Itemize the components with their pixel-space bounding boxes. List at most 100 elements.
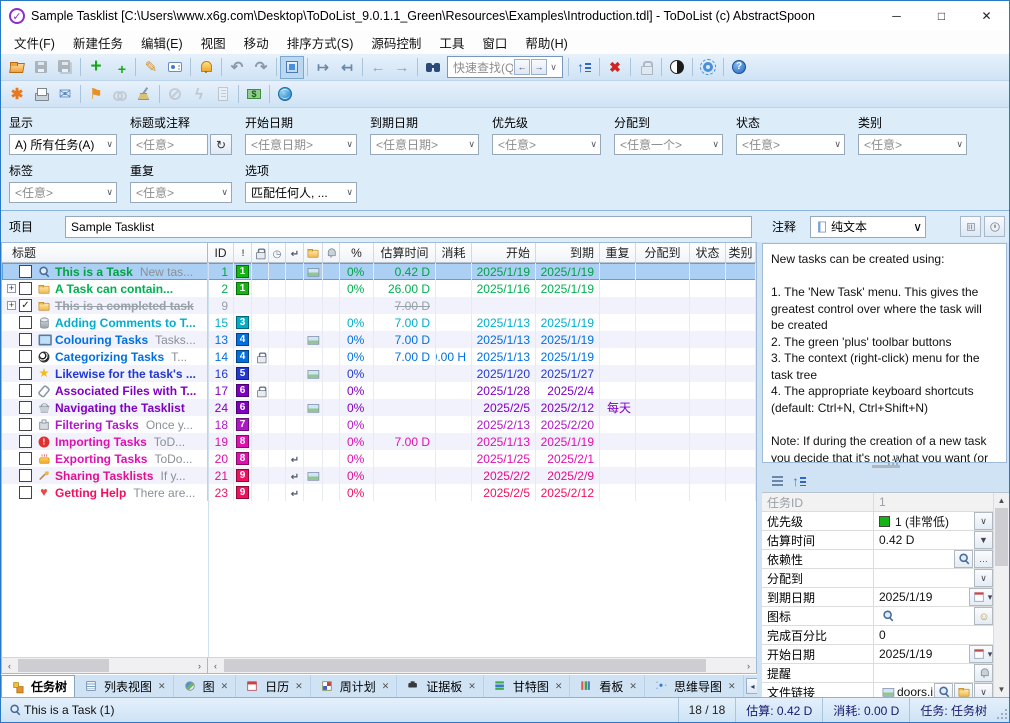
bell-button[interactable] xyxy=(974,664,993,682)
filter-combo-priority[interactable]: <任意>∨ xyxy=(492,134,601,155)
menu-item-2[interactable]: 编辑(E) xyxy=(132,30,192,55)
attribute-value-priority[interactable]: 1 (非常低) xyxy=(874,512,973,530)
web-button[interactable] xyxy=(273,83,297,106)
task-checkbox[interactable] xyxy=(19,435,32,448)
close-icon[interactable]: ✕ xyxy=(468,681,476,692)
project-input[interactable] xyxy=(65,216,752,238)
close-icon[interactable]: ✕ xyxy=(295,681,303,692)
menu-item-3[interactable]: 视图 xyxy=(192,30,235,55)
close-icon[interactable]: ✕ xyxy=(728,681,736,692)
contact-button[interactable] xyxy=(163,56,187,79)
column-header-time-estimate[interactable]: 估算时间 xyxy=(374,243,436,262)
scroll-right-icon[interactable]: › xyxy=(741,658,756,673)
expander-icon[interactable]: + xyxy=(4,284,19,293)
new-tasklist-button[interactable] xyxy=(5,83,29,106)
tab-mind-map[interactable]: 思维导图✕ xyxy=(645,675,744,697)
close-icon[interactable]: ✕ xyxy=(382,681,390,692)
filter-combo-category[interactable]: <任意>∨ xyxy=(858,134,967,155)
calendar-button[interactable]: ▾ xyxy=(969,588,993,606)
help-button[interactable] xyxy=(727,56,751,79)
filter-combo-due-date[interactable]: <任意日期>∨ xyxy=(370,134,479,155)
column-header-due-date[interactable]: 到期 xyxy=(536,243,600,262)
minimize-button[interactable]: ─ xyxy=(874,1,919,31)
save-button[interactable] xyxy=(29,56,53,79)
donate-button[interactable] xyxy=(242,83,266,106)
expander-icon[interactable]: + xyxy=(4,301,19,310)
task-checkbox[interactable] xyxy=(19,316,32,329)
menu-item-1[interactable]: 新建任务 xyxy=(64,30,132,55)
refresh-filter-button[interactable]: ↻ xyxy=(210,134,232,155)
tab-kanban[interactable]: 看板✕ xyxy=(570,675,645,697)
menu-item-7[interactable]: 工具 xyxy=(430,30,473,55)
lock-toolbar-button[interactable] xyxy=(634,56,658,79)
filter-combo-allocated-to[interactable]: <任意一个>∨ xyxy=(614,134,723,155)
outline-list-button[interactable] xyxy=(766,470,788,493)
attribute-value-allocated-to[interactable] xyxy=(874,569,973,587)
menu-item-8[interactable]: 窗口 xyxy=(473,30,516,55)
task-row[interactable]: Getting HelpThere are...2390%2025/2/5202… xyxy=(2,484,756,501)
filter-combo-title-or-comments[interactable]: <任意> xyxy=(130,134,208,155)
maximize-button[interactable]: □ xyxy=(919,1,964,31)
task-checkbox[interactable]: ✓ xyxy=(19,299,32,312)
close-icon[interactable]: ✕ xyxy=(158,681,166,692)
column-header-lock[interactable] xyxy=(252,243,269,262)
attribute-value-icon[interactable] xyxy=(874,607,973,625)
tab-calendar-view[interactable]: 日历✕ xyxy=(236,675,311,697)
menu-item-4[interactable]: 移动 xyxy=(235,30,278,55)
sort-attributes-button[interactable] xyxy=(788,470,810,493)
column-header-percent[interactable]: % xyxy=(340,243,374,262)
scroll-down-icon[interactable]: ▼ xyxy=(994,682,1009,697)
maximize-comments-button[interactable] xyxy=(280,56,304,79)
close-icon[interactable]: ✕ xyxy=(221,681,229,692)
tab-chart[interactable]: 图✕ xyxy=(174,675,237,697)
sort-button[interactable] xyxy=(572,56,596,79)
task-row[interactable]: Importing TasksToD...1980%7.00 D2025/1/1… xyxy=(2,433,756,450)
chevron-down-icon[interactable]: ∨ xyxy=(547,62,560,73)
menu-item-6[interactable]: 源码控制 xyxy=(362,30,430,55)
new-subtask-button[interactable] xyxy=(108,56,132,79)
task-row[interactable]: This is a TaskNew tas...110%0.42 D2025/1… xyxy=(2,263,756,280)
task-row[interactable]: +A Task can contain...210%26.00 D2025/1/… xyxy=(2,280,756,297)
ellipsis-button[interactable]: … xyxy=(974,550,993,568)
task-checkbox[interactable] xyxy=(19,384,32,397)
link-button[interactable] xyxy=(108,83,132,106)
open-button[interactable] xyxy=(5,56,29,79)
tab-week-planner[interactable]: 周计划✕ xyxy=(311,675,398,697)
attribute-value-time-estimate[interactable]: 0.42 D xyxy=(874,531,973,549)
cancel-button[interactable] xyxy=(163,83,187,106)
menu-item-9[interactable]: 帮助(H) xyxy=(516,30,576,55)
close-icon[interactable]: ✕ xyxy=(555,681,563,692)
attribute-value-task-id[interactable]: 1 xyxy=(874,493,993,511)
quick-find-input[interactable]: 快速查找(Q)←→∨ xyxy=(447,56,563,78)
filter-combo-options[interactable]: 匹配任何人, ...∨ xyxy=(245,182,357,203)
filter-combo-start-date[interactable]: <任意日期>∨ xyxy=(245,134,357,155)
task-row[interactable]: Colouring TasksTasks...1340%7.00 D2025/1… xyxy=(2,331,756,348)
column-header-category[interactable]: 类别 xyxy=(726,243,756,262)
smiley-button[interactable] xyxy=(974,607,993,625)
task-row[interactable]: Categorizing TasksT...1440%7.00 D0.00 H2… xyxy=(2,348,756,365)
attribute-value-reminder[interactable] xyxy=(874,664,973,682)
quick-find-next-button[interactable]: → xyxy=(531,59,547,75)
filter-combo-status[interactable]: <任意>∨ xyxy=(736,134,845,155)
task-row[interactable]: Navigating the Tasklist2460%2025/2/52025… xyxy=(2,399,756,416)
comments-clock-button[interactable] xyxy=(984,216,1005,237)
task-row[interactable]: Associated Files with T...1760%2025/1/28… xyxy=(2,382,756,399)
task-checkbox[interactable] xyxy=(19,418,32,431)
combo-button[interactable]: ∨ xyxy=(974,569,993,587)
filter-combo-recurrence[interactable]: <任意>∨ xyxy=(130,182,232,203)
resize-grip[interactable] xyxy=(997,698,1009,722)
combo-button[interactable]: ∨ xyxy=(974,512,993,530)
task-checkbox[interactable] xyxy=(19,452,32,465)
task-checkbox[interactable] xyxy=(19,486,32,499)
scroll-left-icon[interactable]: ‹ xyxy=(2,658,17,673)
email-button[interactable] xyxy=(53,83,77,106)
scroll-right-icon[interactable]: › xyxy=(192,658,207,673)
filter-combo-tag[interactable]: <任意>∨ xyxy=(9,182,117,203)
tab-list-view[interactable]: 列表视图✕ xyxy=(75,675,174,697)
column-header-time-spent[interactable]: 消耗 xyxy=(436,243,472,262)
column-header-recurrence[interactable] xyxy=(286,243,304,262)
tab-evidence-board[interactable]: 证据板✕ xyxy=(397,675,484,697)
spin-button[interactable]: ▼ xyxy=(974,531,993,549)
columns-horizontal-scrollbar[interactable]: ‹ › xyxy=(208,658,756,673)
calendar-button[interactable]: ▾ xyxy=(969,645,993,663)
